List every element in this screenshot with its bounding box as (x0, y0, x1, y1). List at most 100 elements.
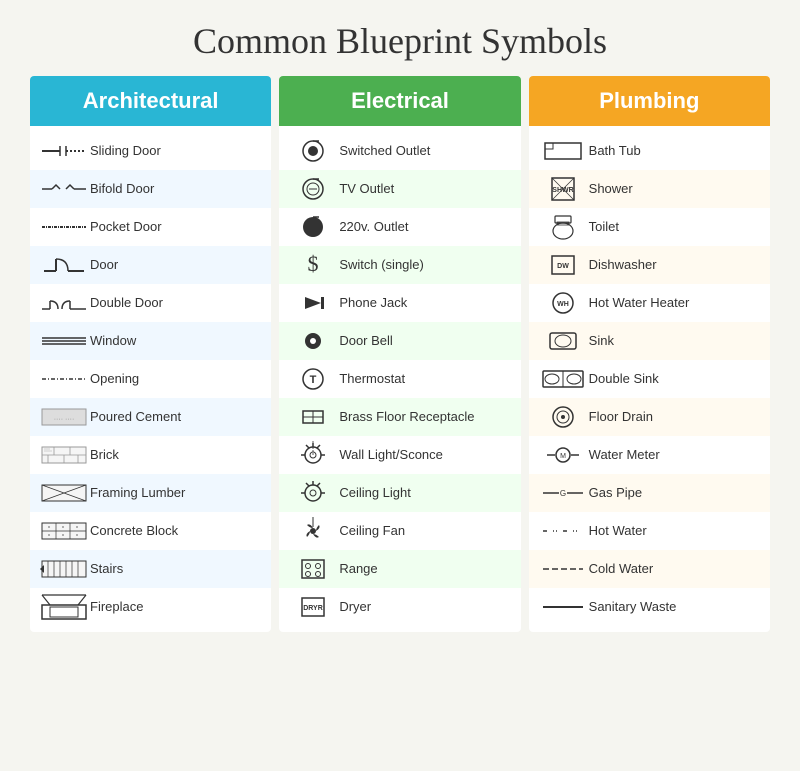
ceiling-fan-label: Ceiling Fan (339, 523, 405, 540)
list-item: Sanitary Waste (529, 588, 770, 626)
hot-water-heater-label: Hot Water Heater (589, 295, 690, 312)
list-item: Range (279, 550, 520, 588)
concrete-block-icon (38, 519, 90, 543)
bifold-door-label: Bifold Door (90, 181, 154, 198)
double-sink-label: Double Sink (589, 371, 659, 388)
fireplace-icon (38, 593, 90, 621)
dishwasher-label: Dishwasher (589, 257, 657, 274)
cold-water-icon (537, 562, 589, 576)
list-item: Hot Water (529, 512, 770, 550)
tv-outlet-label: TV Outlet (339, 181, 394, 198)
cold-water-label: Cold Water (589, 561, 654, 578)
column-plumbing: Plumbing Bath Tub SHWR (529, 76, 770, 632)
switch-single-icon: $ (287, 251, 339, 279)
list-item: Sink (529, 322, 770, 360)
door-bell-icon (287, 327, 339, 355)
window-icon (38, 333, 90, 349)
svg-text:SHWR: SHWR (552, 187, 573, 194)
bifold-door-icon (38, 179, 90, 199)
svg-text:G: G (560, 489, 566, 498)
bath-tub-icon (537, 139, 589, 163)
switched-outlet-label: Switched Outlet (339, 143, 430, 160)
column-electrical: Electrical Switched Outlet (279, 76, 520, 632)
pocket-door-icon (38, 217, 90, 237)
plumb-header: Plumbing (529, 76, 770, 126)
list-item: Bath Tub (529, 132, 770, 170)
opening-label: Opening (90, 371, 139, 388)
svg-text:T: T (310, 374, 317, 386)
columns-wrapper: Architectural Sliding Door (30, 76, 770, 632)
water-meter-icon: M (537, 445, 589, 465)
sink-label: Sink (589, 333, 614, 350)
list-item: M Water Meter (529, 436, 770, 474)
list-item: Fireplace (30, 588, 271, 626)
sanitary-waste-icon (537, 600, 589, 614)
list-item: ···· ···· Poured Cement (30, 398, 271, 436)
list-item: Opening (30, 360, 271, 398)
svg-text:···· ····: ···· ···· (54, 416, 75, 423)
list-item: Framing Lumber (30, 474, 271, 512)
dryer-label: Dryer (339, 599, 371, 616)
framing-lumber-label: Framing Lumber (90, 485, 185, 502)
svg-text:DRYR: DRYR (304, 605, 324, 612)
list-item: SHWR Shower (529, 170, 770, 208)
dishwasher-icon: DW (537, 251, 589, 279)
svg-text:DW: DW (557, 263, 569, 270)
window-label: Window (90, 333, 136, 350)
switch-single-label: Switch (single) (339, 257, 424, 274)
brick-label: Brick (90, 447, 119, 464)
list-item: Cold Water (529, 550, 770, 588)
thermostat-label: Thermostat (339, 371, 405, 388)
sanitary-waste-label: Sanitary Waste (589, 599, 677, 616)
brick-icon (38, 443, 90, 467)
elec-body: Switched Outlet TV Outlet (279, 126, 520, 632)
floor-drain-icon (537, 403, 589, 431)
svg-text:M: M (560, 453, 566, 460)
double-sink-icon (537, 368, 589, 390)
svg-text:$: $ (308, 251, 319, 276)
list-item: Stairs (30, 550, 271, 588)
list-item: $ Switch (single) (279, 246, 520, 284)
plumb-body: Bath Tub SHWR Shower (529, 126, 770, 632)
double-door-label: Double Door (90, 295, 163, 312)
arch-header: Architectural (30, 76, 271, 126)
door-bell-label: Door Bell (339, 333, 392, 350)
poured-cement-icon: ···· ···· (38, 405, 90, 429)
concrete-block-label: Concrete Block (90, 523, 178, 540)
ceiling-fan-icon (287, 517, 339, 545)
list-item: Brass Floor Receptacle (279, 398, 520, 436)
tv-outlet-icon (287, 175, 339, 203)
toilet-label: Toilet (589, 219, 619, 236)
svg-text:WH: WH (557, 301, 569, 308)
door-label: Door (90, 257, 118, 274)
stairs-label: Stairs (90, 561, 123, 578)
elec-header: Electrical (279, 76, 520, 126)
wall-light-label: Wall Light/Sconce (339, 447, 443, 464)
list-item: Door (30, 246, 271, 284)
220v-outlet-icon (287, 213, 339, 241)
phone-jack-label: Phone Jack (339, 295, 407, 312)
list-item: Concrete Block (30, 512, 271, 550)
toilet-icon (537, 213, 589, 241)
list-item: WH Hot Water Heater (529, 284, 770, 322)
list-item: Floor Drain (529, 398, 770, 436)
list-item: Switched Outlet (279, 132, 520, 170)
arch-body: Sliding Door Bifold Door (30, 126, 271, 632)
shower-label: Shower (589, 181, 633, 198)
main-container: Common Blueprint Symbols Architectural S… (10, 10, 790, 652)
gas-pipe-icon: G (537, 486, 589, 500)
list-item: TV Outlet (279, 170, 520, 208)
ceiling-light-icon (287, 479, 339, 507)
floor-drain-label: Floor Drain (589, 409, 653, 426)
bath-tub-label: Bath Tub (589, 143, 641, 160)
framing-lumber-icon (38, 481, 90, 505)
list-item: Bifold Door (30, 170, 271, 208)
shower-icon: SHWR (537, 175, 589, 203)
stairs-icon (38, 557, 90, 581)
door-icon (38, 253, 90, 277)
list-item: Wall Light/Sconce (279, 436, 520, 474)
phone-jack-icon (287, 289, 339, 317)
list-item: Double Door (30, 284, 271, 322)
220v-outlet-label: 220v. Outlet (339, 219, 408, 236)
gas-pipe-label: Gas Pipe (589, 485, 642, 502)
